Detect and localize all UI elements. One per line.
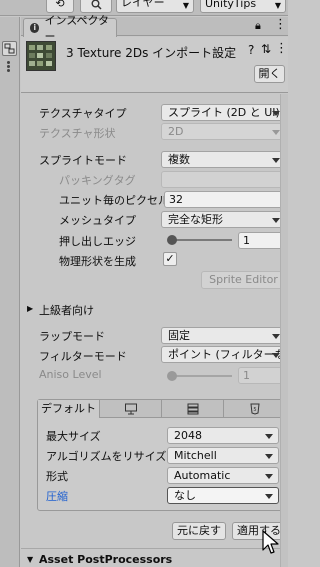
asset-postprocessors-label[interactable]: Asset PostProcessors bbox=[39, 553, 172, 566]
pixels-per-unit-field[interactable]: 32 bbox=[164, 191, 286, 208]
chevron-down-icon: ▼ bbox=[274, 1, 281, 10]
tab-server[interactable] bbox=[162, 400, 224, 418]
monitor-icon bbox=[124, 403, 137, 415]
layout-dropdown[interactable]: UnityTips ▼ bbox=[200, 0, 286, 13]
mouse-cursor-icon bbox=[262, 530, 279, 554]
platform-tab-bar: デフォルト 5 bbox=[38, 400, 285, 418]
extrude-edges-field[interactable]: 1 bbox=[238, 232, 286, 249]
more-options-icon[interactable] bbox=[7, 61, 10, 64]
compression-dropdown[interactable]: なし bbox=[167, 487, 279, 504]
tab-default[interactable]: デフォルト bbox=[38, 400, 100, 418]
import-settings-panel: テクスチャタイプ スプライト (2D と UI) テクスチャ形状 2D スプライ… bbox=[21, 94, 286, 567]
advanced-foldout-label[interactable]: 上級者向け bbox=[39, 302, 94, 318]
vertical-scrollbar[interactable] bbox=[280, 94, 288, 567]
mesh-type-label: メッシュタイプ bbox=[59, 214, 136, 227]
layers-label: レイヤー bbox=[121, 0, 165, 9]
texture-shape-label: テクスチャ形状 bbox=[39, 127, 116, 140]
help-icon[interactable]: ? bbox=[248, 43, 254, 57]
hierarchy-icon[interactable] bbox=[2, 41, 17, 56]
mesh-type-dropdown[interactable]: 完全な矩形 bbox=[161, 211, 286, 228]
aniso-level-field: 1 bbox=[238, 367, 286, 384]
asset-title: 3 Texture 2Ds インポート設定 bbox=[66, 46, 237, 60]
filter-mode-label: フィルターモード bbox=[39, 350, 127, 363]
checkmark-icon: ✓ bbox=[165, 252, 175, 265]
pixels-per-unit-label: ユニット毎のピクセル数 bbox=[59, 194, 180, 207]
tab-webgl[interactable]: 5 bbox=[224, 400, 285, 418]
revert-button[interactable]: 元に戻す bbox=[172, 522, 226, 540]
info-icon: i bbox=[30, 23, 40, 33]
layout-label: UnityTips bbox=[205, 0, 257, 10]
foldout-arrow-icon[interactable]: ▶ bbox=[27, 304, 33, 313]
aniso-level-slider-track bbox=[169, 375, 232, 377]
tab-standalone[interactable] bbox=[100, 400, 162, 418]
extrude-edges-slider-track[interactable] bbox=[169, 239, 232, 241]
svg-text:5: 5 bbox=[253, 407, 256, 413]
extrude-edges-slider-thumb[interactable] bbox=[167, 235, 177, 245]
lock-icon[interactable]: 🔒︎ bbox=[255, 19, 261, 33]
chevron-down-icon: ▼ bbox=[182, 1, 189, 10]
tab-menu-icon[interactable]: ⋮ bbox=[274, 17, 287, 32]
texture-type-label: テクスチャタイプ bbox=[39, 107, 127, 120]
asset-header: 3 Texture 2Ds インポート設定 ? ⇅ ⋮ 開く bbox=[21, 37, 288, 93]
max-size-dropdown[interactable]: 2048 bbox=[167, 427, 279, 444]
top-toolbar: ⟲ レイヤー ▼ UnityTips ▼ bbox=[0, 0, 288, 16]
aniso-level-label: Aniso Level bbox=[39, 368, 102, 381]
left-dock-strip bbox=[0, 17, 20, 567]
platform-settings-box: デフォルト 5 最大サイズ 2048 アルゴリズムをリサイズ Mitchell … bbox=[37, 399, 286, 511]
packing-tag-field bbox=[161, 171, 286, 188]
tab-bar: i インスペクター 🔒︎ ⋮ bbox=[21, 14, 288, 43]
history-icon: ⟲ bbox=[55, 0, 65, 10]
sprite-mode-dropdown[interactable]: 複数 bbox=[161, 151, 286, 168]
html5-icon: 5 bbox=[249, 403, 260, 415]
header-menu-icon[interactable]: ⋮ bbox=[275, 41, 288, 56]
search-icon bbox=[91, 0, 102, 10]
foldout-arrow-down-icon[interactable]: ▼ bbox=[27, 555, 33, 564]
texture-shape-dropdown: 2D bbox=[161, 123, 286, 140]
format-label: 形式 bbox=[46, 470, 68, 483]
open-button[interactable]: 開く bbox=[254, 65, 285, 83]
server-icon bbox=[187, 403, 198, 415]
generate-physics-checkbox[interactable]: ✓ bbox=[163, 252, 177, 266]
wrap-mode-dropdown[interactable]: 固定 bbox=[161, 327, 286, 344]
preset-icon[interactable]: ⇅ bbox=[261, 42, 271, 56]
packing-tag-label: パッキングタグ bbox=[59, 174, 136, 187]
sprite-mode-label: スプライトモード bbox=[39, 154, 127, 167]
format-dropdown[interactable]: Automatic bbox=[167, 467, 279, 484]
generate-physics-label: 物理形状を生成 bbox=[59, 255, 136, 268]
tab-inspector[interactable]: i インスペクター bbox=[23, 14, 117, 43]
resize-algorithm-label: アルゴリズムをリサイズ bbox=[46, 450, 167, 463]
texture-type-dropdown[interactable]: スプライト (2D と UI) bbox=[161, 104, 286, 121]
layers-dropdown[interactable]: レイヤー ▼ bbox=[116, 0, 194, 13]
wrap-mode-label: ラップモード bbox=[39, 330, 105, 343]
resize-algorithm-dropdown[interactable]: Mitchell bbox=[167, 447, 279, 464]
tab-default-label: デフォルト bbox=[41, 402, 96, 415]
compression-label: 圧縮 bbox=[46, 490, 68, 503]
section-divider bbox=[21, 548, 280, 549]
texture-preview-icon bbox=[26, 41, 56, 71]
extrude-edges-label: 押し出しエッジ bbox=[59, 235, 136, 248]
aniso-level-slider-thumb bbox=[167, 371, 177, 381]
filter-mode-dropdown[interactable]: ポイント (フィルターなし) bbox=[161, 346, 286, 363]
max-size-label: 最大サイズ bbox=[46, 430, 101, 443]
sprite-editor-button: Sprite Editor bbox=[201, 271, 286, 289]
